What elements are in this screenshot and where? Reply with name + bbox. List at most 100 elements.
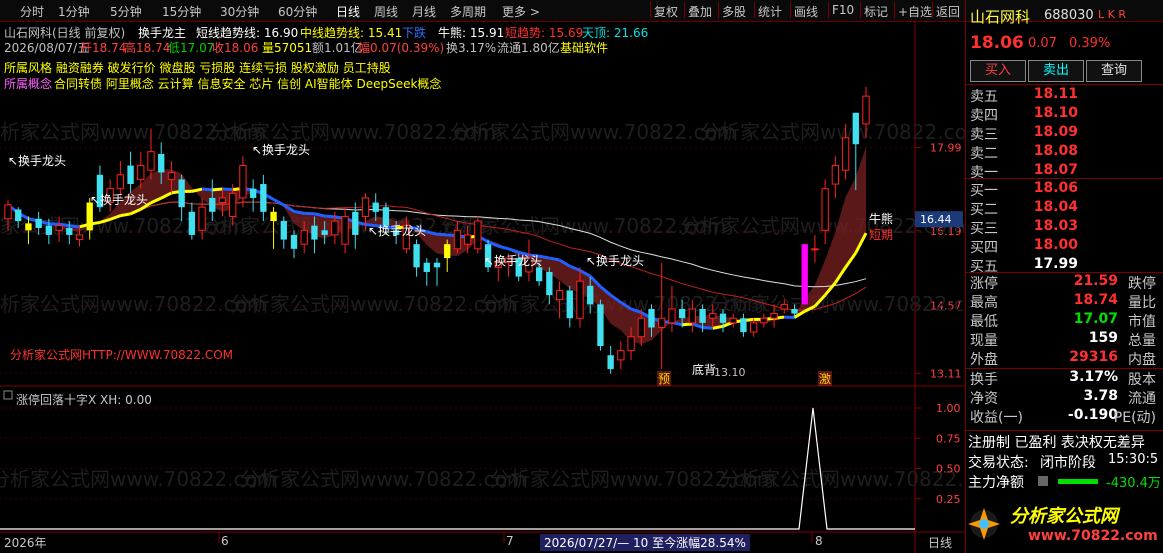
toolbar-right-8[interactable]: 返回: [936, 3, 960, 20]
hand-dragon-label: ↖换手龙头: [8, 154, 66, 168]
fund-row-2-value: -0.190: [1067, 407, 1118, 423]
bar-close: 收18.06: [212, 41, 259, 55]
stat-row-0-label: 涨停: [970, 276, 998, 292]
toolbar-left-2[interactable]: 5分钟: [110, 3, 142, 20]
toolbar-right-6[interactable]: 标记: [864, 3, 888, 20]
candle-body: [760, 317, 768, 324]
toolbar-left-9[interactable]: 多周期: [450, 3, 486, 20]
quote-panel: 山石网科 688030 L K R 18.06 0.07 0.39% 买入 卖出…: [965, 0, 1163, 553]
toolbar-left-3[interactable]: 15分钟: [162, 3, 201, 20]
toolbar-right-3[interactable]: 统计: [758, 3, 782, 20]
toolbar-left-0[interactable]: 分时: [20, 3, 44, 20]
bar-volume: 量57051: [262, 41, 313, 55]
stat-row-4: 外盘 29316 内盘: [968, 349, 1158, 368]
style-line: 所属风格 融资融券 破发行价 微盘股 亏损股 连续亏损 股权激励 员工持股: [4, 61, 391, 75]
candle-body: [821, 188, 829, 231]
period-label[interactable]: 日线: [928, 534, 952, 551]
fund-row-1: 净资 3.78 流通: [968, 388, 1158, 407]
fund-row-1-label-right: 流通: [1128, 391, 1156, 407]
fund-row-2-label: 收益(一): [970, 410, 1023, 426]
candle-body: [841, 137, 850, 171]
fund-row-2: 收益(一) -0.190 PE(动): [968, 407, 1158, 426]
stat-row-4-label: 外盘: [970, 352, 998, 368]
candle-body: [637, 317, 645, 338]
candle-body: [597, 304, 604, 346]
candle-body: [158, 153, 165, 173]
stat-row-1-label-right: 量比: [1128, 295, 1156, 311]
time-label-year: 2026年: [4, 536, 47, 550]
bid-row-3: 买四 18.00: [968, 237, 1158, 256]
candle-body: [127, 165, 134, 185]
ask-row-1: 卖四 18.10: [968, 105, 1158, 124]
toolbar-left-6[interactable]: 日线: [336, 3, 360, 20]
buy-button[interactable]: 买入: [970, 60, 1026, 82]
hand-dragon-label: ↖换手龙头: [484, 254, 542, 268]
candle-body: [4, 204, 12, 220]
mid-trend-segment: [324, 214, 335, 219]
logo-mark-icon: [968, 508, 1000, 540]
candle-body: [780, 303, 788, 310]
net-flow-bar: [1058, 479, 1098, 484]
bar-date: 2026/08/07/五: [4, 41, 90, 55]
concept-label: 所属概念: [4, 77, 53, 91]
quote-flags: L K R: [1098, 8, 1126, 21]
candle-body: [382, 207, 390, 226]
mid-trend-segment: [212, 187, 223, 192]
ask-row-0-value: 18.11: [1033, 86, 1078, 102]
candle-body: [862, 95, 870, 125]
registration-line: 注册制 已盈利 表决权无差异: [968, 435, 1145, 451]
bar-amount: 额1.01亿: [312, 41, 363, 55]
query-button[interactable]: 查询: [1086, 60, 1142, 82]
net-flow-icon[interactable]: [1038, 476, 1048, 486]
toolbar-separator: [828, 2, 829, 18]
candle-body: [576, 280, 584, 319]
toolbar-right-4[interactable]: 画线: [794, 3, 818, 20]
candle-body: [361, 197, 370, 217]
fund-row-0-value: 3.17%: [1069, 369, 1118, 385]
candle-body: [699, 308, 706, 323]
range-info[interactable]: 2026/07/27/— 10 至今涨幅28.54%: [540, 534, 750, 551]
candle-body: [15, 209, 22, 222]
toolbar-left-8[interactable]: 月线: [412, 3, 436, 20]
toolbar-left-4[interactable]: 30分钟: [220, 3, 259, 20]
candle-body: [331, 220, 339, 236]
panel-divider: [966, 272, 1163, 273]
bar-float: 流通1.80亿: [497, 41, 560, 55]
ask-row-3-value: 18.08: [1033, 143, 1078, 159]
candle-body: [218, 197, 227, 204]
bid-row-2: 买三 18.03: [968, 218, 1158, 237]
toolbar-right-1[interactable]: 叠加: [688, 3, 712, 20]
price-axis-label: 13.11: [930, 367, 962, 380]
toolbar-right-2[interactable]: 多股: [722, 3, 746, 20]
candle-body: [229, 192, 237, 217]
mid-trend-segment: [293, 209, 305, 215]
toolbar-left-5[interactable]: 60分钟: [278, 3, 317, 20]
candle-body: [607, 355, 614, 370]
toolbar-right-0[interactable]: 复权: [654, 3, 678, 20]
toolbar-separator: [790, 2, 791, 18]
toolbar-left-7[interactable]: 周线: [374, 3, 398, 20]
sell-button[interactable]: 卖出: [1028, 60, 1084, 82]
toolbar-separator: [684, 2, 685, 18]
watermark-text: 分析家公式网www.70822.com: [710, 292, 965, 316]
toolbar-left-10[interactable]: 更多 >: [502, 3, 540, 20]
mid-trend-segment: [682, 322, 693, 327]
toolbar-left-1[interactable]: 1分钟: [58, 3, 90, 20]
status-value: 闭市阶段: [1040, 455, 1096, 471]
time-label-8: 8: [815, 534, 823, 548]
mid-trend-segment: [69, 224, 80, 229]
mid-trend-segment: [497, 244, 509, 251]
mid-trend-segment: [120, 212, 131, 218]
candle-body: [66, 228, 73, 235]
toolbar-right-7[interactable]: +自选: [898, 3, 932, 20]
burst-tag: 激: [819, 372, 831, 386]
candle-body: [209, 197, 216, 212]
candle-body: [423, 262, 430, 272]
quote-name: 山石网科: [970, 8, 1031, 26]
toolbar-right-5[interactable]: F10: [832, 3, 854, 17]
toolbar-separator: [718, 2, 719, 18]
bid-row-4-value: 17.99: [1033, 256, 1078, 272]
candle-body: [688, 308, 697, 324]
bid-row-1-label: 买二: [970, 202, 998, 218]
fund-row-2-label-right: PE(动): [1113, 410, 1156, 426]
